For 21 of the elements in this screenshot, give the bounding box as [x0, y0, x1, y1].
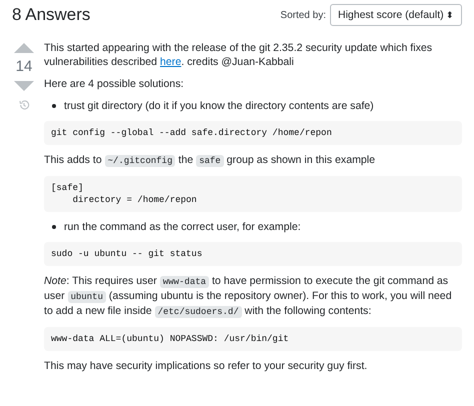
vote-count: 14 — [16, 57, 32, 77]
bullet-icon — [52, 225, 56, 229]
sort-dropdown[interactable]: Highest score (default) ⬍ — [330, 4, 462, 26]
paragraph: Here are 4 possible solutions: — [44, 77, 185, 91]
list-item: trust git directory (do it if you know the directory contents are safe) — [64, 99, 374, 113]
paragraph: This adds to ~/.gitconfig the safe group as shown in this example — [44, 153, 376, 168]
link[interactable]: here — [160, 56, 182, 68]
code-block: [safe] directory = /home/repon — [44, 176, 462, 212]
paragraph: This started appearing with the release of the git 2.35.2 security update which fixes vulnerabilities described here. credits @Juan-Kabbali — [44, 41, 434, 69]
code-block: www-data ALL=(ubuntu) NOPASSWD: /usr/bin/git — [44, 327, 462, 351]
code-block: sudo -u ubuntu -- git status — [44, 242, 462, 266]
paragraph: Note: This requires user www-data to have permission to execute the git command as user ubuntu (assuming ubuntu is the repository owner). For this to work, you will need to add a new file inside /etc/sudoers.d/ with the following contents: — [44, 274, 453, 319]
code-block: git config --global --add safe.directory /home/repon — [44, 121, 462, 145]
sort-label: Sorted by: — [280, 10, 326, 20]
downvote-icon[interactable] — [14, 81, 34, 91]
upvote-icon[interactable] — [14, 43, 34, 53]
bullet-icon — [52, 104, 56, 108]
answers-heading: 8 Answers — [12, 5, 90, 25]
history-icon[interactable] — [18, 99, 30, 111]
list-item: run the command as the correct user, for example: — [64, 220, 301, 234]
paragraph: This may have security implications so refer to your security guy first. — [44, 359, 368, 373]
